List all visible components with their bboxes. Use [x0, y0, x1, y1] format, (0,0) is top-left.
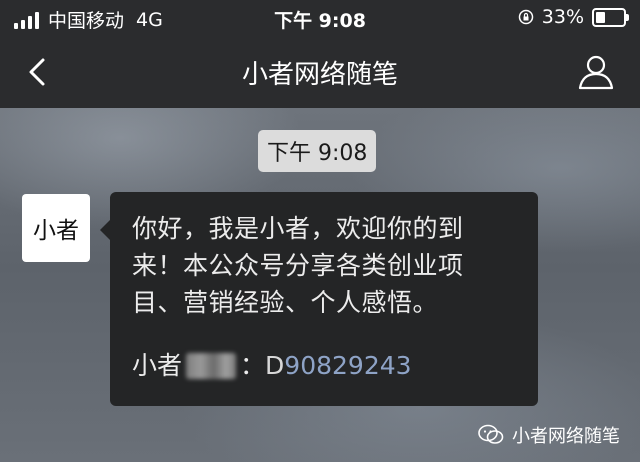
nav-bar: 小者网络随笔: [0, 36, 640, 108]
battery-icon: [592, 7, 629, 27]
battery-percent: 33%: [541, 6, 584, 28]
contact-line: 小者 ： D 90829243: [132, 350, 520, 382]
message-bubble[interactable]: 你好，我是小者，欢迎你的到 来！本公众号分享各类创业项 目、营销经验、个人感悟。…: [100, 192, 538, 406]
message-line: 你好，我是小者，欢迎你的到: [132, 214, 464, 243]
wechat-icon: [478, 424, 504, 444]
watermark: 小者网络随笔: [478, 422, 620, 448]
message-line: 目、营销经验、个人感悟。: [132, 288, 439, 317]
profile-icon[interactable]: [574, 50, 618, 94]
contact-number-link[interactable]: 90829243: [284, 350, 411, 382]
avatar[interactable]: 小者: [22, 194, 90, 262]
contact-letter: D: [265, 351, 285, 380]
contact-prefix: 小者: [132, 351, 183, 380]
page-title: 小者网络随笔: [241, 60, 398, 90]
redacted-text: [186, 353, 237, 379]
message-line: 来！本公众号分享各类创业项: [132, 251, 464, 280]
battery-fill: [596, 11, 605, 23]
message-timestamp: 下午 9:08: [258, 130, 377, 172]
contact-colon: ：: [240, 351, 266, 380]
status-right: 33%: [518, 6, 629, 28]
watermark-text: 小者网络随笔: [512, 426, 620, 447]
chat-area: 下午 9:08 小者 你好，我是小者，欢迎你的到 来！本公众号分享各类创业项 目…: [0, 108, 640, 462]
status-bar: 中国移动 4G 下午 9:08 33%: [0, 0, 640, 36]
orientation-lock-icon: [518, 9, 534, 25]
message-text: 你好，我是小者，欢迎你的到 来！本公众号分享各类创业项 目、营销经验、个人感悟。: [132, 210, 520, 321]
